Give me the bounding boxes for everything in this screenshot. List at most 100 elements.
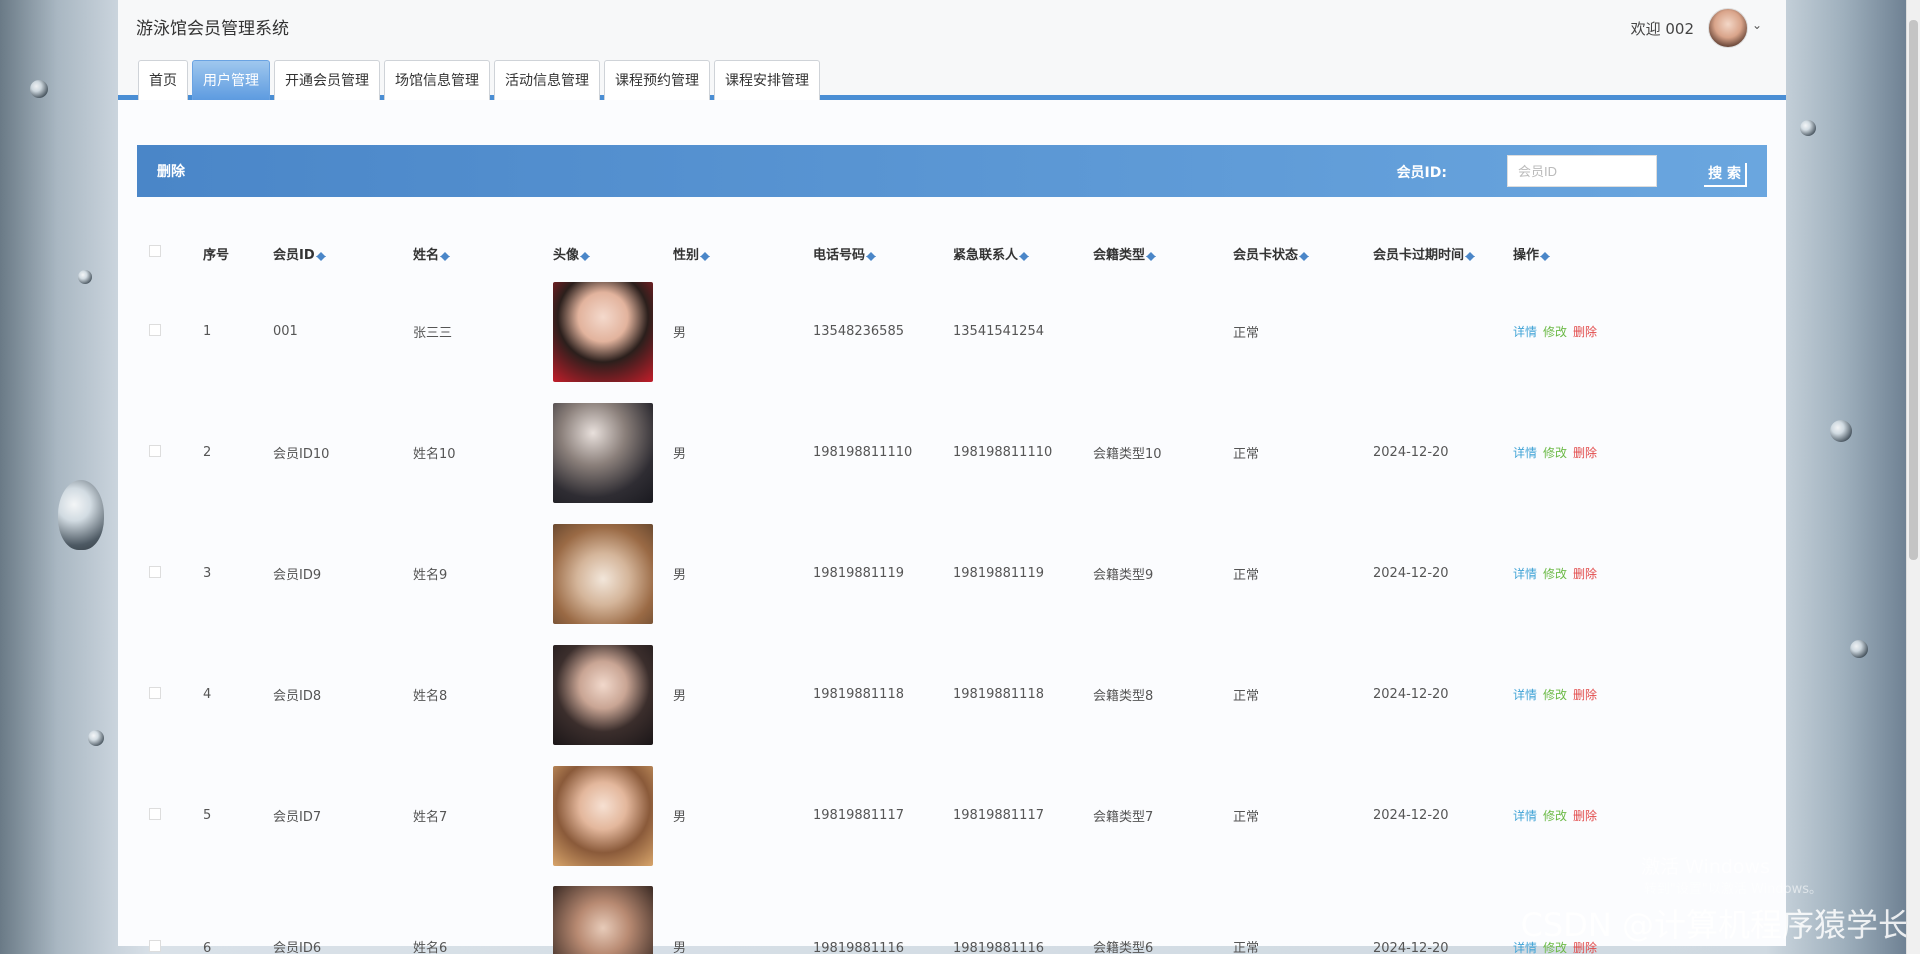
row-member-id: 会员ID6 xyxy=(273,941,322,954)
row-actions: 详情 修改 删除 xyxy=(1513,323,1653,340)
row-actions: 详情 修改 删除 xyxy=(1513,807,1653,824)
row-checkbox[interactable] xyxy=(149,686,161,699)
detail-link[interactable]: 详情 xyxy=(1513,325,1537,339)
detail-link[interactable]: 详情 xyxy=(1513,688,1537,702)
row-checkbox[interactable] xyxy=(149,807,161,820)
delete-link[interactable]: 删除 xyxy=(1573,325,1597,339)
row-expire: 2024-12-20 xyxy=(1373,941,1449,954)
row-checkbox[interactable] xyxy=(149,444,161,457)
table-row: 3 会员ID9 姓名9 男 19819881119 19819881119 会籍… xyxy=(137,513,1767,634)
tab-course-booking-management[interactable]: 课程预约管理 xyxy=(604,60,710,100)
row-emergency: 19819881119 xyxy=(953,566,1044,581)
tab-activity-management[interactable]: 活动信息管理 xyxy=(494,60,600,100)
user-avatar[interactable] xyxy=(1708,8,1748,48)
raindrop-decoration xyxy=(1850,640,1868,658)
row-checkbox[interactable] xyxy=(149,565,161,578)
row-name: 姓名9 xyxy=(413,568,448,583)
header-name[interactable]: 姓名 xyxy=(413,244,553,263)
raindrop-decoration xyxy=(58,480,104,550)
row-gender: 男 xyxy=(673,326,687,341)
welcome-text: 欢迎 002 xyxy=(1630,20,1694,38)
header-avatar[interactable]: 头像 xyxy=(553,244,673,263)
header-phone[interactable]: 电话号码 xyxy=(813,244,953,263)
header-member-id[interactable]: 会员ID xyxy=(273,244,413,263)
row-checkbox[interactable] xyxy=(149,940,161,952)
member-photo xyxy=(553,765,653,866)
row-name: 姓名6 xyxy=(413,941,448,954)
row-emergency: 19819881117 xyxy=(953,808,1044,823)
edit-link[interactable]: 修改 xyxy=(1543,567,1567,581)
row-name: 姓名8 xyxy=(413,689,448,704)
row-type: 会籍类型6 xyxy=(1093,941,1154,954)
delete-link[interactable]: 删除 xyxy=(1573,567,1597,581)
tab-home[interactable]: 首页 xyxy=(138,60,188,100)
tab-course-schedule-management[interactable]: 课程安排管理 xyxy=(714,60,820,100)
member-photo xyxy=(553,644,653,745)
row-gender: 男 xyxy=(673,810,687,825)
row-member-id: 001 xyxy=(273,324,298,339)
detail-link[interactable]: 详情 xyxy=(1513,446,1537,460)
detail-link[interactable]: 详情 xyxy=(1513,567,1537,581)
row-status: 正常 xyxy=(1233,447,1260,462)
edit-link[interactable]: 修改 xyxy=(1543,325,1567,339)
raindrop-decoration xyxy=(88,730,104,746)
row-no: 3 xyxy=(203,566,212,581)
delete-link[interactable]: 删除 xyxy=(1573,809,1597,823)
delete-link[interactable]: 删除 xyxy=(1573,688,1597,702)
row-gender: 男 xyxy=(673,447,687,462)
scrollbar-thumb[interactable] xyxy=(1909,20,1918,560)
header-actions[interactable]: 操作 xyxy=(1513,244,1653,263)
table-row: 1 001 张三三 男 13548236585 13541541254 正常 详… xyxy=(137,271,1767,392)
search-button[interactable]: 搜 索 xyxy=(1704,163,1747,187)
row-member-id: 会员ID7 xyxy=(273,810,322,825)
row-phone: 198198811110 xyxy=(813,445,913,460)
row-emergency: 198198811110 xyxy=(953,445,1053,460)
tab-membership-management[interactable]: 开通会员管理 xyxy=(274,60,380,100)
raindrop-decoration xyxy=(78,270,92,284)
header-emergency[interactable]: 紧急联系人 xyxy=(953,244,1093,263)
header-expire[interactable]: 会员卡过期时间 xyxy=(1373,244,1513,263)
row-status: 正常 xyxy=(1233,941,1260,954)
select-all-checkbox[interactable] xyxy=(149,245,161,257)
member-photo xyxy=(553,402,653,503)
edit-link[interactable]: 修改 xyxy=(1543,809,1567,823)
search-input[interactable] xyxy=(1507,155,1657,187)
row-gender: 男 xyxy=(673,568,687,583)
tab-user-management[interactable]: 用户管理 xyxy=(192,60,270,100)
header-type[interactable]: 会籍类型 xyxy=(1093,244,1233,263)
row-status: 正常 xyxy=(1233,326,1260,341)
row-gender: 男 xyxy=(673,941,687,954)
app-title: 游泳馆会员管理系统 xyxy=(136,19,289,39)
main-page: 游泳馆会员管理系统 欢迎 002 ⌄ 首页 用户管理 开通会员管理 场馆信息管理… xyxy=(118,0,1786,954)
row-actions: 详情 修改 删除 xyxy=(1513,444,1653,461)
row-type: 会籍类型8 xyxy=(1093,689,1154,704)
member-photo xyxy=(553,281,653,382)
tab-venue-management[interactable]: 场馆信息管理 xyxy=(384,60,490,100)
detail-link[interactable]: 详情 xyxy=(1513,809,1537,823)
row-actions: 详情 修改 删除 xyxy=(1513,686,1653,703)
row-expire: 2024-12-20 xyxy=(1373,566,1449,581)
edit-link[interactable]: 修改 xyxy=(1543,446,1567,460)
table-row: 4 会员ID8 姓名8 男 19819881118 19819881118 会籍… xyxy=(137,634,1767,755)
batch-delete-button[interactable]: 删除 xyxy=(157,161,185,181)
row-expire: 2024-12-20 xyxy=(1373,808,1449,823)
row-name: 张三三 xyxy=(413,326,453,341)
row-no: 6 xyxy=(203,941,212,954)
delete-link[interactable]: 删除 xyxy=(1573,446,1597,460)
header-card-status[interactable]: 会员卡状态 xyxy=(1233,244,1373,263)
row-member-id: 会员ID10 xyxy=(273,447,330,462)
row-phone: 19819881116 xyxy=(813,941,904,954)
page-scrollbar[interactable] xyxy=(1906,0,1920,954)
row-checkbox[interactable] xyxy=(149,323,161,336)
row-emergency: 13541541254 xyxy=(953,324,1044,339)
chevron-down-icon[interactable]: ⌄ xyxy=(1752,18,1762,32)
header-no: 序号 xyxy=(203,247,230,263)
row-emergency: 19819881118 xyxy=(953,687,1044,702)
edit-link[interactable]: 修改 xyxy=(1543,688,1567,702)
search-label: 会员ID: xyxy=(1396,165,1447,181)
csdn-watermark: CSDN @计算机程序猿学长 xyxy=(1520,906,1910,944)
windows-activation-text: 激活 Windows xyxy=(1641,856,1770,878)
row-no: 1 xyxy=(203,324,212,339)
row-expire: 2024-12-20 xyxy=(1373,687,1449,702)
header-gender[interactable]: 性别 xyxy=(673,244,813,263)
